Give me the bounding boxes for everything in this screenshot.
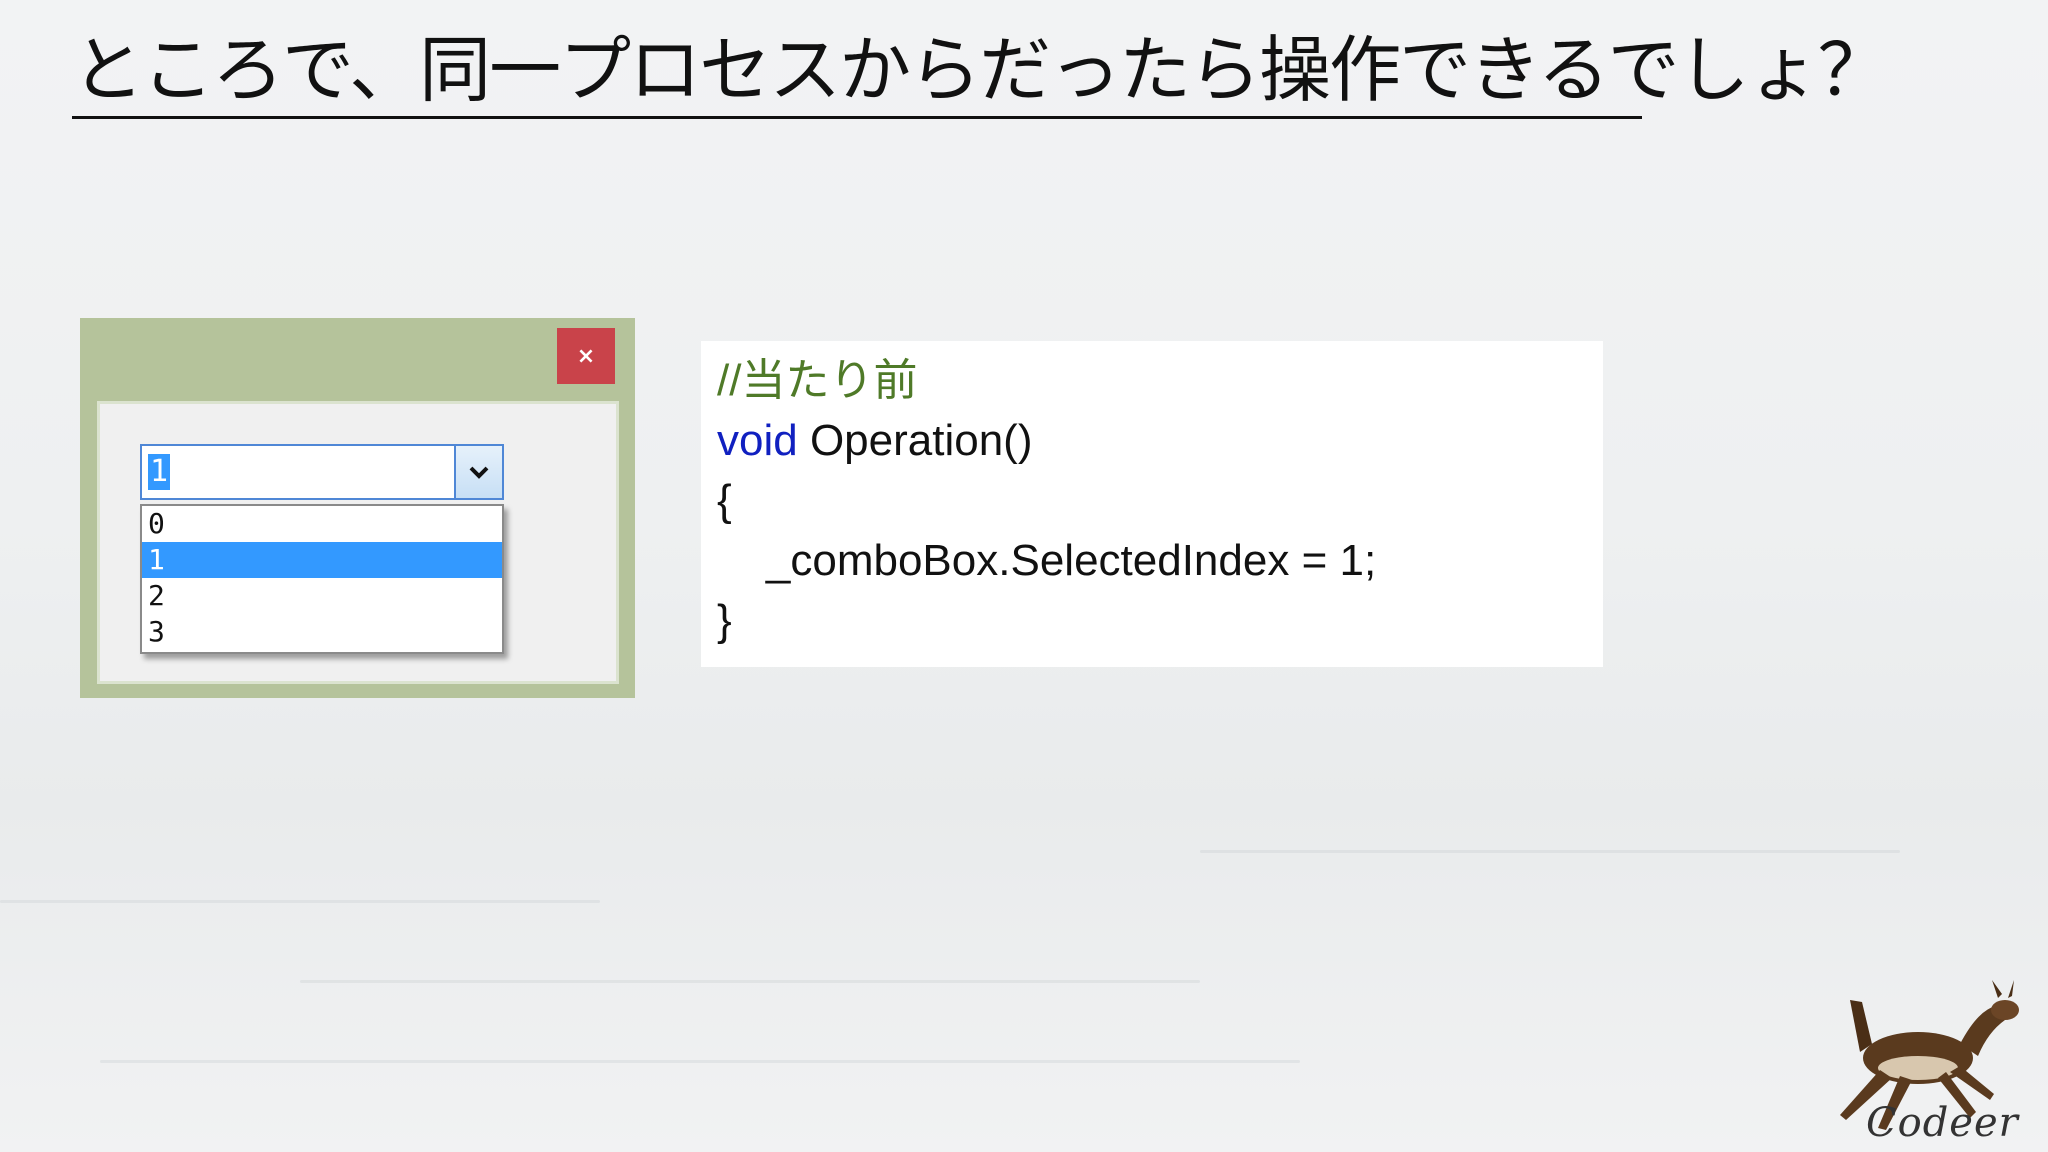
slide-title: ところで、同一プロセスからだったら操作できるでしょ？ — [72, 30, 1890, 119]
code-statement: _comboBox.SelectedIndex = 1; — [717, 536, 1377, 585]
logo-text: Codeer — [1866, 1100, 2019, 1146]
code-close-brace: } — [717, 596, 732, 645]
dropdown-item[interactable]: 2 — [142, 578, 502, 614]
background-streak — [0, 900, 600, 903]
background-streak — [300, 980, 1200, 983]
dropdown-item[interactable]: 3 — [142, 614, 502, 650]
code-line-signature: void Operation() — [717, 413, 1032, 469]
window-client-area: 1 0 1 2 3 — [97, 401, 619, 684]
code-open-brace: { — [717, 476, 732, 525]
code-method-signature: Operation() — [797, 416, 1033, 465]
combo-dropdown-list: 0 1 2 3 — [140, 504, 504, 654]
code-panel: //当たり前 void Operation() { _comboBox.Sele… — [701, 341, 1603, 667]
combo-box[interactable]: 1 — [140, 444, 504, 500]
combo-box-value[interactable]: 1 — [148, 454, 171, 490]
chevron-down-icon[interactable] — [454, 446, 502, 498]
code-comment: //当たり前 — [717, 356, 918, 405]
code-keyword: void — [717, 416, 798, 465]
sample-window: × 1 0 1 2 3 — [80, 318, 635, 698]
dropdown-item-selected[interactable]: 1 — [142, 542, 502, 578]
close-icon: × — [576, 343, 596, 369]
close-button[interactable]: × — [557, 328, 615, 384]
dropdown-item[interactable]: 0 — [142, 506, 502, 542]
background-streak — [100, 1060, 1300, 1063]
background-streak — [1200, 850, 1900, 853]
